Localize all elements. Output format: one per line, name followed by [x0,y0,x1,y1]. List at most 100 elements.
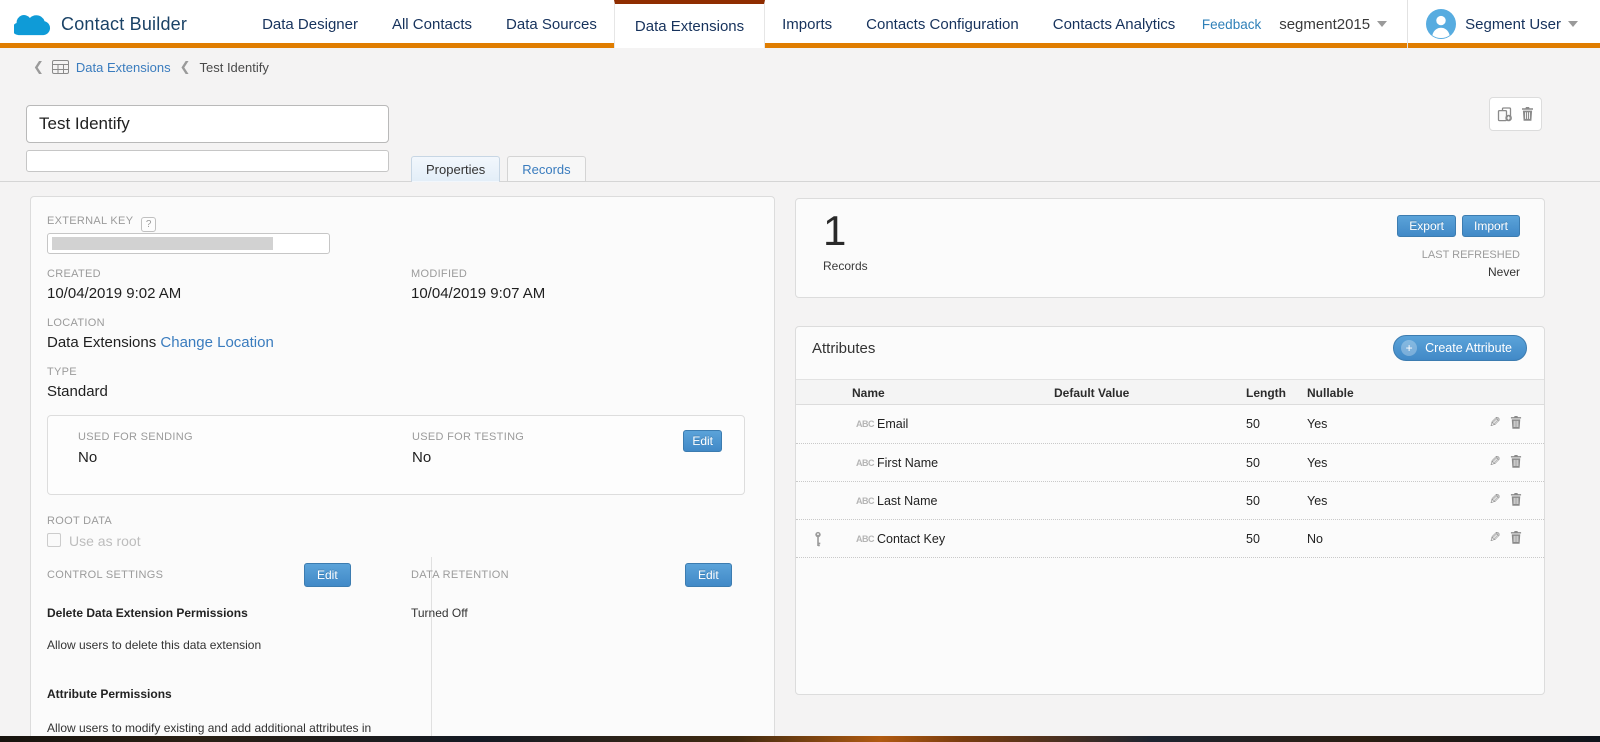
table-row-first-name: ABC First Name 50 Yes ✎ [796,443,1544,481]
used-for-sending-label: USED FOR SENDING [78,431,193,443]
tabs-divider [0,181,1600,182]
create-attribute-button[interactable]: + Create Attribute [1393,335,1527,361]
location-row: Data Extensions Change Location [47,334,274,351]
copy-icon[interactable] [1497,107,1513,122]
delete-icon[interactable] [1510,493,1522,506]
edit-sending-button[interactable]: Edit [683,430,722,452]
properties-panel: EXTERNAL KEY? CREATED 10/04/2019 9:02 AM… [30,196,775,737]
table-row-contact-key: ABC Contact Key 50 No ✎ [796,519,1544,557]
export-button[interactable]: Export [1397,215,1456,237]
location-value: Data Extensions [47,334,156,351]
import-button[interactable]: Import [1462,215,1520,237]
create-attribute-label: Create Attribute [1425,341,1512,355]
created-label: CREATED [47,268,101,280]
chevron-down-icon [1568,21,1578,27]
nav-tab-data-extensions[interactable]: Data Extensions [614,0,765,48]
help-icon[interactable]: ? [141,217,156,232]
table-row-last-name: ABC Last Name 50 Yes ✎ [796,481,1544,519]
attribute-name: Email [877,417,908,431]
cloud-logo-icon [14,12,52,36]
plus-icon: + [1401,340,1417,356]
chevron-down-icon [1377,21,1387,27]
tab-properties[interactable]: Properties [411,156,500,182]
created-value: 10/04/2019 9:02 AM [47,285,181,302]
detail-tabs: Properties Records [411,156,593,182]
delete-icon[interactable] [1510,531,1522,544]
app-title: Contact Builder [61,14,187,35]
edit-pencil-icon[interactable]: ✎ [1489,530,1501,544]
header-actions [1489,97,1542,131]
nav-tab-contacts-configuration[interactable]: Contacts Configuration [849,0,1036,48]
attributes-table-header: Name Default Value Length Nullable [796,379,1544,405]
modified-label: MODIFIED [411,268,467,280]
attribute-nullable: Yes [1307,417,1327,431]
edit-pencil-icon[interactable]: ✎ [1489,454,1501,468]
records-label: Records [823,259,868,273]
edit-pencil-icon[interactable]: ✎ [1489,415,1501,429]
type-value: Standard [47,383,108,400]
attribute-name: Last Name [877,494,937,508]
app-brand: Contact Builder [0,0,187,48]
records-buttons: Export Import [1397,215,1520,237]
records-count: 1 [823,207,846,255]
delete-permissions-desc: Allow users to delete this data extensio… [47,638,261,652]
breadcrumb-current: Test Identify [199,60,268,75]
external-key-label: EXTERNAL KEY? [47,215,156,232]
edit-data-retention-button[interactable]: Edit [685,563,732,587]
text-type-icon: ABC [856,458,874,468]
use-as-root-checkbox[interactable] [47,533,61,547]
delete-icon[interactable] [1521,107,1534,121]
breadcrumb-separator-icon: ❮ [180,59,191,75]
type-label: TYPE [47,366,77,378]
attribute-nullable: No [1307,532,1323,546]
user-menu[interactable]: Segment User [1426,9,1578,39]
sending-testing-box: USED FOR SENDING No USED FOR TESTING No … [47,415,745,495]
column-header-default-value: Default Value [1054,386,1129,400]
attribute-length: 50 [1246,532,1260,546]
external-key-input[interactable] [47,233,330,254]
delete-icon[interactable] [1510,416,1522,429]
attribute-length: 50 [1246,494,1260,508]
tab-records[interactable]: Records [507,156,585,182]
delete-icon[interactable] [1510,455,1522,468]
primary-key-icon [813,531,823,548]
attributes-title: Attributes [812,340,875,357]
column-header-nullable: Nullable [1307,386,1354,400]
feedback-link[interactable]: Feedback [1202,17,1261,32]
nav-tab-all-contacts[interactable]: All Contacts [375,0,489,48]
edit-control-settings-button[interactable]: Edit [304,563,351,587]
attribute-name: First Name [877,456,938,470]
nav-tab-contacts-analytics[interactable]: Contacts Analytics [1036,0,1193,48]
text-type-icon: ABC [856,419,874,429]
extension-name-input[interactable] [26,105,389,143]
breadcrumb-parent-link[interactable]: Data Extensions [76,60,171,75]
attributes-panel: Attributes + Create Attribute Name Defau… [795,326,1545,695]
used-for-testing-value: No [412,449,431,466]
nav-divider [1407,0,1408,48]
location-label: LOCATION [47,317,105,329]
user-name: Segment User [1465,16,1561,33]
data-retention-label: DATA RETENTION [411,569,509,581]
column-header-length: Length [1246,386,1286,400]
nav-tab-imports[interactable]: Imports [765,0,849,48]
root-data-label: ROOT DATA [47,515,112,527]
back-chevron-icon[interactable]: ❮ [33,59,44,75]
attribute-permissions-desc: Allow users to modify existing and add a… [47,721,371,735]
attribute-nullable: Yes [1307,494,1327,508]
nav-tabs: Data Designer All Contacts Data Sources … [245,0,1192,48]
nav-tab-data-sources[interactable]: Data Sources [489,0,614,48]
attribute-length: 50 [1246,456,1260,470]
extension-description-input[interactable] [26,150,389,172]
change-location-link[interactable]: Change Location [160,334,273,351]
last-refreshed-label: LAST REFRESHED [1422,249,1520,261]
attribute-nullable: Yes [1307,456,1327,470]
modified-value: 10/04/2019 9:07 AM [411,285,545,302]
text-type-icon: ABC [856,534,874,544]
edit-pencil-icon[interactable]: ✎ [1489,492,1501,506]
nav-tab-data-designer[interactable]: Data Designer [245,0,375,48]
table-end-divider [796,557,1544,558]
column-header-name: Name [852,386,885,400]
last-refreshed-value: Never [1488,265,1520,279]
attribute-permissions-title: Attribute Permissions [47,687,172,701]
account-switcher[interactable]: segment2015 [1279,16,1387,33]
